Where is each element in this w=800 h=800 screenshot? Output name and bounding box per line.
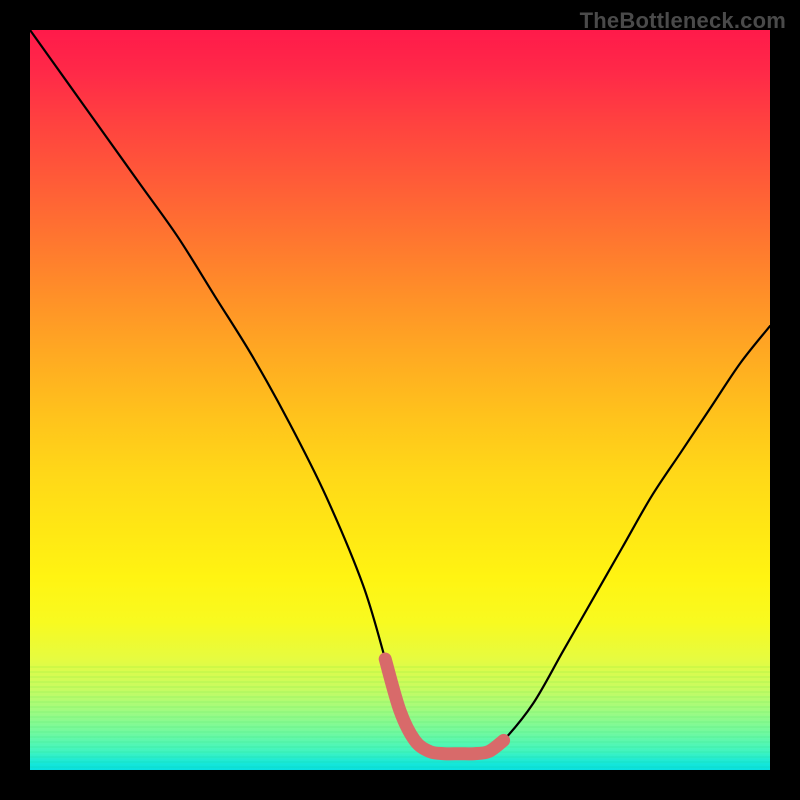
bottleneck-curve-path <box>30 30 770 755</box>
watermark-text: TheBottleneck.com <box>580 8 786 34</box>
comfort-zone-highlight <box>385 659 503 754</box>
chart-plot-area <box>30 30 770 770</box>
curve-svg <box>30 30 770 770</box>
